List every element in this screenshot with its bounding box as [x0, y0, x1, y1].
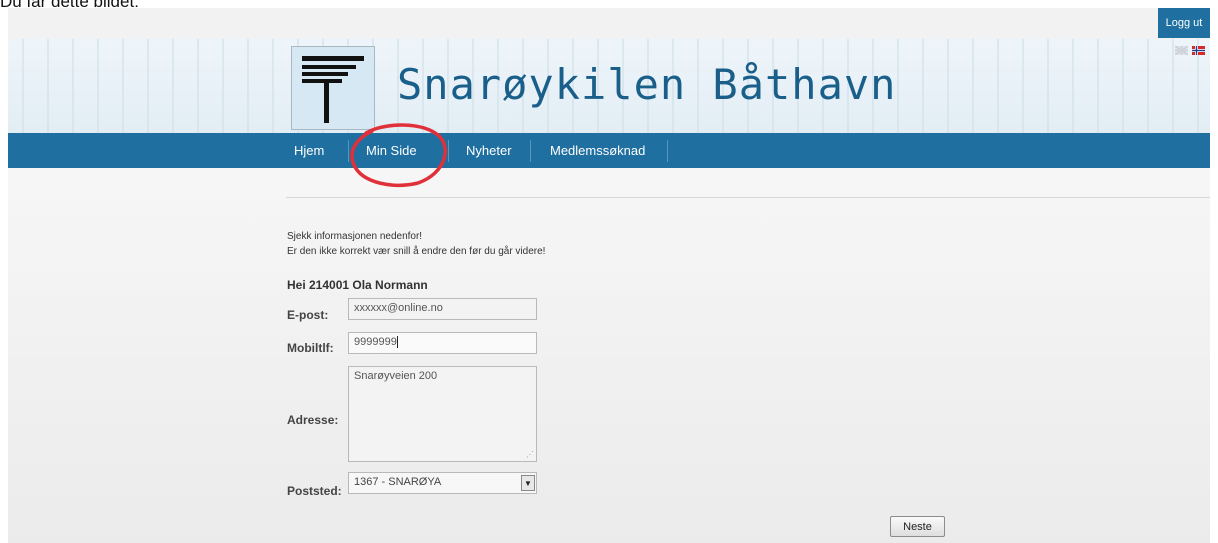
nav-item-nyheter[interactable]: Nyheter	[466, 133, 512, 168]
postal-label: Poststed:	[287, 484, 342, 498]
highlight-annotation-circle	[350, 123, 448, 187]
language-selector	[1175, 46, 1205, 55]
content-divider	[286, 197, 1210, 198]
address-textarea[interactable]: Snarøyveien 200 ⋰	[348, 366, 537, 462]
resize-grip-icon[interactable]: ⋰	[526, 451, 534, 459]
mobile-value: 9999999	[354, 336, 397, 348]
nav-separator	[667, 140, 668, 162]
mobile-field[interactable]: 9999999	[348, 332, 537, 354]
email-label: E-post:	[287, 308, 329, 322]
norwegian-flag-icon[interactable]	[1192, 46, 1205, 55]
mobile-label: Mobiltlf:	[287, 341, 334, 355]
info-text: Sjekk informasjonen nedenfor! Er den ikk…	[287, 229, 545, 259]
info-line-2: Er den ikke korrekt vær snill å endre de…	[287, 246, 546, 257]
address-label: Adresse:	[287, 413, 339, 427]
nav-separator	[530, 140, 531, 162]
logout-button[interactable]: Logg ut	[1158, 8, 1210, 38]
english-flag-icon[interactable]	[1175, 46, 1188, 55]
browser-page: Logg ut Snarøykilen Båthavn Hjem Min Sid…	[8, 8, 1210, 543]
logo-t-icon	[302, 56, 364, 123]
nav-item-hjem[interactable]: Hjem	[294, 133, 324, 168]
dropdown-arrow-icon[interactable]: ▼	[521, 475, 535, 491]
email-value: xxxxxx@online.no	[354, 302, 443, 314]
site-logo[interactable]	[291, 46, 375, 130]
address-value: Snarøyveien 200	[354, 370, 438, 382]
site-title: Snarøykilen Båthavn	[397, 60, 897, 109]
postal-value: 1367 - SNARØYA	[354, 476, 442, 488]
top-bar: Logg ut	[8, 8, 1210, 39]
next-button[interactable]: Neste	[890, 516, 945, 537]
text-cursor	[396, 336, 398, 349]
main-navigation: Hjem Min Side Nyheter Medlemssøknad	[8, 133, 1210, 168]
email-field[interactable]: xxxxxx@online.no	[348, 298, 537, 320]
nav-item-medlemssoknad[interactable]: Medlemssøknad	[550, 133, 645, 168]
greeting: Hei 214001 Ola Normann	[287, 278, 428, 292]
postal-select[interactable]: 1367 - SNARØYA ▼	[348, 472, 537, 494]
info-line-1: Sjekk informasjonen nedenfor!	[287, 231, 423, 242]
